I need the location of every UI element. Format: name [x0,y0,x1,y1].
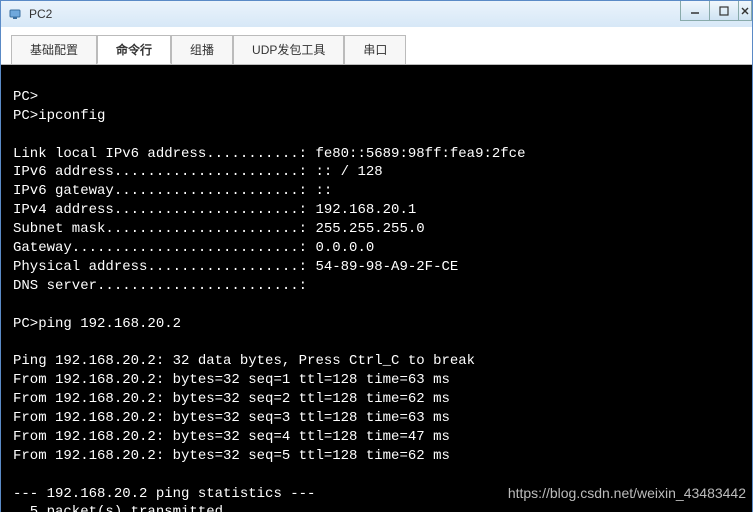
tab-label: 串口 [363,43,387,57]
minimize-button[interactable] [680,1,710,21]
tab-label: 组播 [190,43,214,57]
maximize-button[interactable] [709,1,739,21]
tabbar: 基础配置 命令行 组播 UDP发包工具 串口 [1,27,752,64]
tab-basic-config[interactable]: 基础配置 [11,35,97,64]
window-title: PC2 [29,7,52,21]
tab-label: UDP发包工具 [252,43,325,57]
tab-command-line[interactable]: 命令行 [97,35,171,64]
app-icon [7,6,23,22]
tab-label: 基础配置 [30,43,78,57]
tab-label: 命令行 [116,43,152,57]
app-window: PC2 基础配置 命令行 组播 UDP发包工具 串口 PC> PC>ipconf… [0,0,753,512]
tab-udp-tool[interactable]: UDP发包工具 [233,35,344,64]
tab-serial[interactable]: 串口 [344,35,406,64]
terminal-output[interactable]: PC> PC>ipconfig Link local IPv6 address.… [1,64,752,512]
tab-multicast[interactable]: 组播 [171,35,233,64]
close-button[interactable] [738,1,752,21]
window-controls [681,1,752,21]
titlebar[interactable]: PC2 [1,1,752,27]
